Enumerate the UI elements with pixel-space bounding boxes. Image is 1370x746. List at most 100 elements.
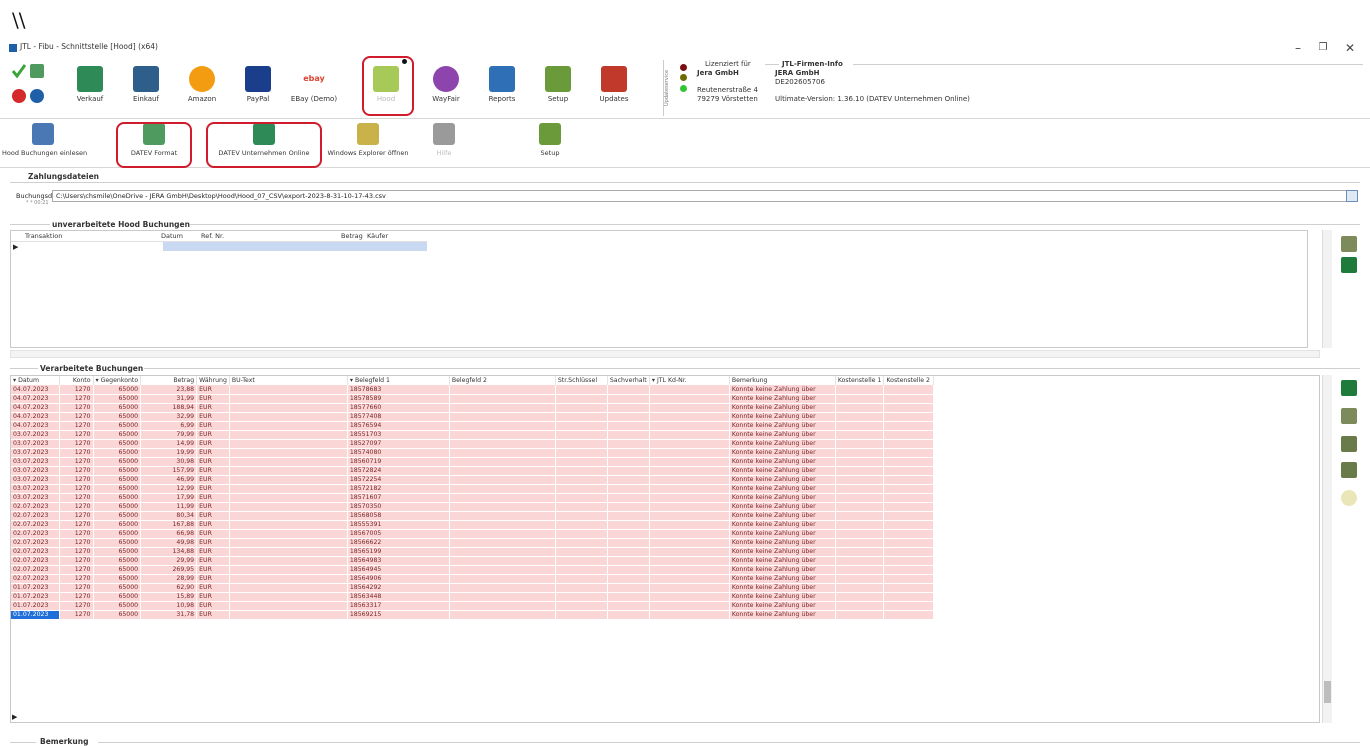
- table-cell[interactable]: [883, 538, 935, 548]
- table-cell[interactable]: [649, 592, 730, 602]
- table-cell[interactable]: EUR: [196, 403, 230, 413]
- table-cell[interactable]: [883, 439, 935, 449]
- table-cell[interactable]: [835, 385, 885, 395]
- table-cell[interactable]: 18572254: [347, 475, 450, 485]
- table-cell[interactable]: EUR: [196, 565, 230, 575]
- table-cell[interactable]: 65000: [93, 529, 142, 539]
- table-cell[interactable]: 1270: [59, 448, 94, 458]
- table-cell[interactable]: 18577408: [347, 412, 450, 422]
- table-cell[interactable]: [649, 475, 730, 485]
- scroll-thumb[interactable]: [1324, 681, 1331, 703]
- table-cell[interactable]: EUR: [196, 439, 230, 449]
- table-cell[interactable]: [607, 601, 650, 611]
- table-cell[interactable]: Konnte keine Zahlung über: [729, 538, 836, 548]
- table-cell[interactable]: 65000: [93, 565, 142, 575]
- unprocessed-scrollbar[interactable]: [1322, 230, 1332, 348]
- table-cell[interactable]: [555, 484, 608, 494]
- table-cell[interactable]: [607, 475, 650, 485]
- table-cell[interactable]: [555, 493, 608, 503]
- col-header-kaeufer[interactable]: Käufer: [367, 232, 388, 240]
- grid-settings-icon[interactable]: [1341, 408, 1357, 424]
- table-cell[interactable]: [449, 457, 556, 467]
- table-cell[interactable]: 18576594: [347, 421, 450, 431]
- table-cell[interactable]: [555, 610, 608, 620]
- table-cell[interactable]: [229, 520, 348, 530]
- table-cell[interactable]: [835, 592, 885, 602]
- table-cell[interactable]: [649, 448, 730, 458]
- table-cell[interactable]: 1270: [59, 475, 94, 485]
- table-cell[interactable]: [555, 547, 608, 557]
- table-cell[interactable]: 03.07.2023: [11, 475, 60, 485]
- table-cell[interactable]: 65000: [93, 511, 142, 521]
- table-cell[interactable]: 03.07.2023: [11, 448, 60, 458]
- table-cell[interactable]: Konnte keine Zahlung über: [729, 403, 836, 413]
- table-cell[interactable]: 1270: [59, 403, 94, 413]
- table-cell[interactable]: [449, 439, 556, 449]
- ribbon-button-wayfair[interactable]: WayFair: [418, 60, 474, 116]
- table-cell[interactable]: EUR: [196, 511, 230, 521]
- table-cell[interactable]: 1270: [59, 394, 94, 404]
- table-cell[interactable]: [607, 403, 650, 413]
- table-cell[interactable]: [449, 484, 556, 494]
- table-cell[interactable]: 1270: [59, 421, 94, 431]
- power-off-icon[interactable]: [12, 89, 26, 103]
- table-cell[interactable]: [649, 403, 730, 413]
- table-row[interactable]: 03.07.2023 1270 65000 12,99 EUR 18572182 Konnt…: [11, 484, 935, 494]
- table-cell[interactable]: [449, 403, 556, 413]
- table-row[interactable]: 02.07.2023 1270 65000 66,98 EUR 18567005 Konnt…: [11, 529, 935, 539]
- table-cell[interactable]: [229, 448, 348, 458]
- col-header[interactable]: Str.Schlüssel: [555, 376, 608, 385]
- table-cell[interactable]: 65000: [93, 502, 142, 512]
- table-cell[interactable]: 02.07.2023: [11, 547, 60, 557]
- table-cell[interactable]: [835, 412, 885, 422]
- table-cell[interactable]: [229, 511, 348, 521]
- table-cell[interactable]: 65000: [93, 457, 142, 467]
- table-cell[interactable]: 18563317: [347, 601, 450, 611]
- table-row[interactable]: 02.07.2023 1270 65000 49,98 EUR 18566622 Konnt…: [11, 538, 935, 548]
- table-cell[interactable]: [229, 601, 348, 611]
- table-cell[interactable]: [449, 583, 556, 593]
- table-cell[interactable]: [555, 466, 608, 476]
- table-cell[interactable]: 18563448: [347, 592, 450, 602]
- print-icon[interactable]: [1341, 436, 1357, 452]
- table-cell[interactable]: 157,99: [140, 466, 198, 476]
- table-cell[interactable]: [835, 457, 885, 467]
- calendar-icon[interactable]: [1346, 190, 1358, 202]
- table-cell[interactable]: 1270: [59, 457, 94, 467]
- table-cell[interactable]: [607, 538, 650, 548]
- table-cell[interactable]: [229, 556, 348, 566]
- table-cell[interactable]: [835, 403, 885, 413]
- toolbar-button-setup[interactable]: Setup: [522, 123, 578, 157]
- table-cell[interactable]: 01.07.2023: [11, 583, 60, 593]
- table-row[interactable]: 01.07.2023 1270 65000 62,90 EUR 18564292 Konnt…: [11, 583, 935, 593]
- table-cell[interactable]: 18551703: [347, 430, 450, 440]
- table-cell[interactable]: [835, 574, 885, 584]
- table-cell[interactable]: Konnte keine Zahlung über: [729, 520, 836, 530]
- table-cell[interactable]: [883, 421, 935, 431]
- table-cell[interactable]: Konnte keine Zahlung über: [729, 475, 836, 485]
- ribbon-button-einkauf[interactable]: Einkauf: [118, 60, 174, 116]
- table-cell[interactable]: EUR: [196, 394, 230, 404]
- table-cell[interactable]: [555, 538, 608, 548]
- table-cell[interactable]: EUR: [196, 412, 230, 422]
- table-cell[interactable]: [449, 574, 556, 584]
- table-cell[interactable]: EUR: [196, 610, 230, 620]
- table-cell[interactable]: Konnte keine Zahlung über: [729, 493, 836, 503]
- table-cell[interactable]: 18567005: [347, 529, 450, 539]
- table-cell[interactable]: Konnte keine Zahlung über: [729, 529, 836, 539]
- table-cell[interactable]: [555, 439, 608, 449]
- col-header[interactable]: Betrag: [140, 376, 198, 385]
- empty-new-row[interactable]: [163, 242, 427, 251]
- table-cell[interactable]: [883, 484, 935, 494]
- table-cell[interactable]: 65000: [93, 484, 142, 494]
- table-cell[interactable]: EUR: [196, 520, 230, 530]
- table-cell[interactable]: [555, 583, 608, 593]
- table-cell[interactable]: [607, 610, 650, 620]
- table-cell[interactable]: [649, 439, 730, 449]
- maximize-button[interactable]: ❐: [1313, 40, 1333, 56]
- table-cell[interactable]: [449, 502, 556, 512]
- table-cell[interactable]: 10,98: [140, 601, 198, 611]
- table-cell[interactable]: 65000: [93, 439, 142, 449]
- table-cell[interactable]: 01.07.2023: [11, 592, 60, 602]
- table-cell[interactable]: 65000: [93, 574, 142, 584]
